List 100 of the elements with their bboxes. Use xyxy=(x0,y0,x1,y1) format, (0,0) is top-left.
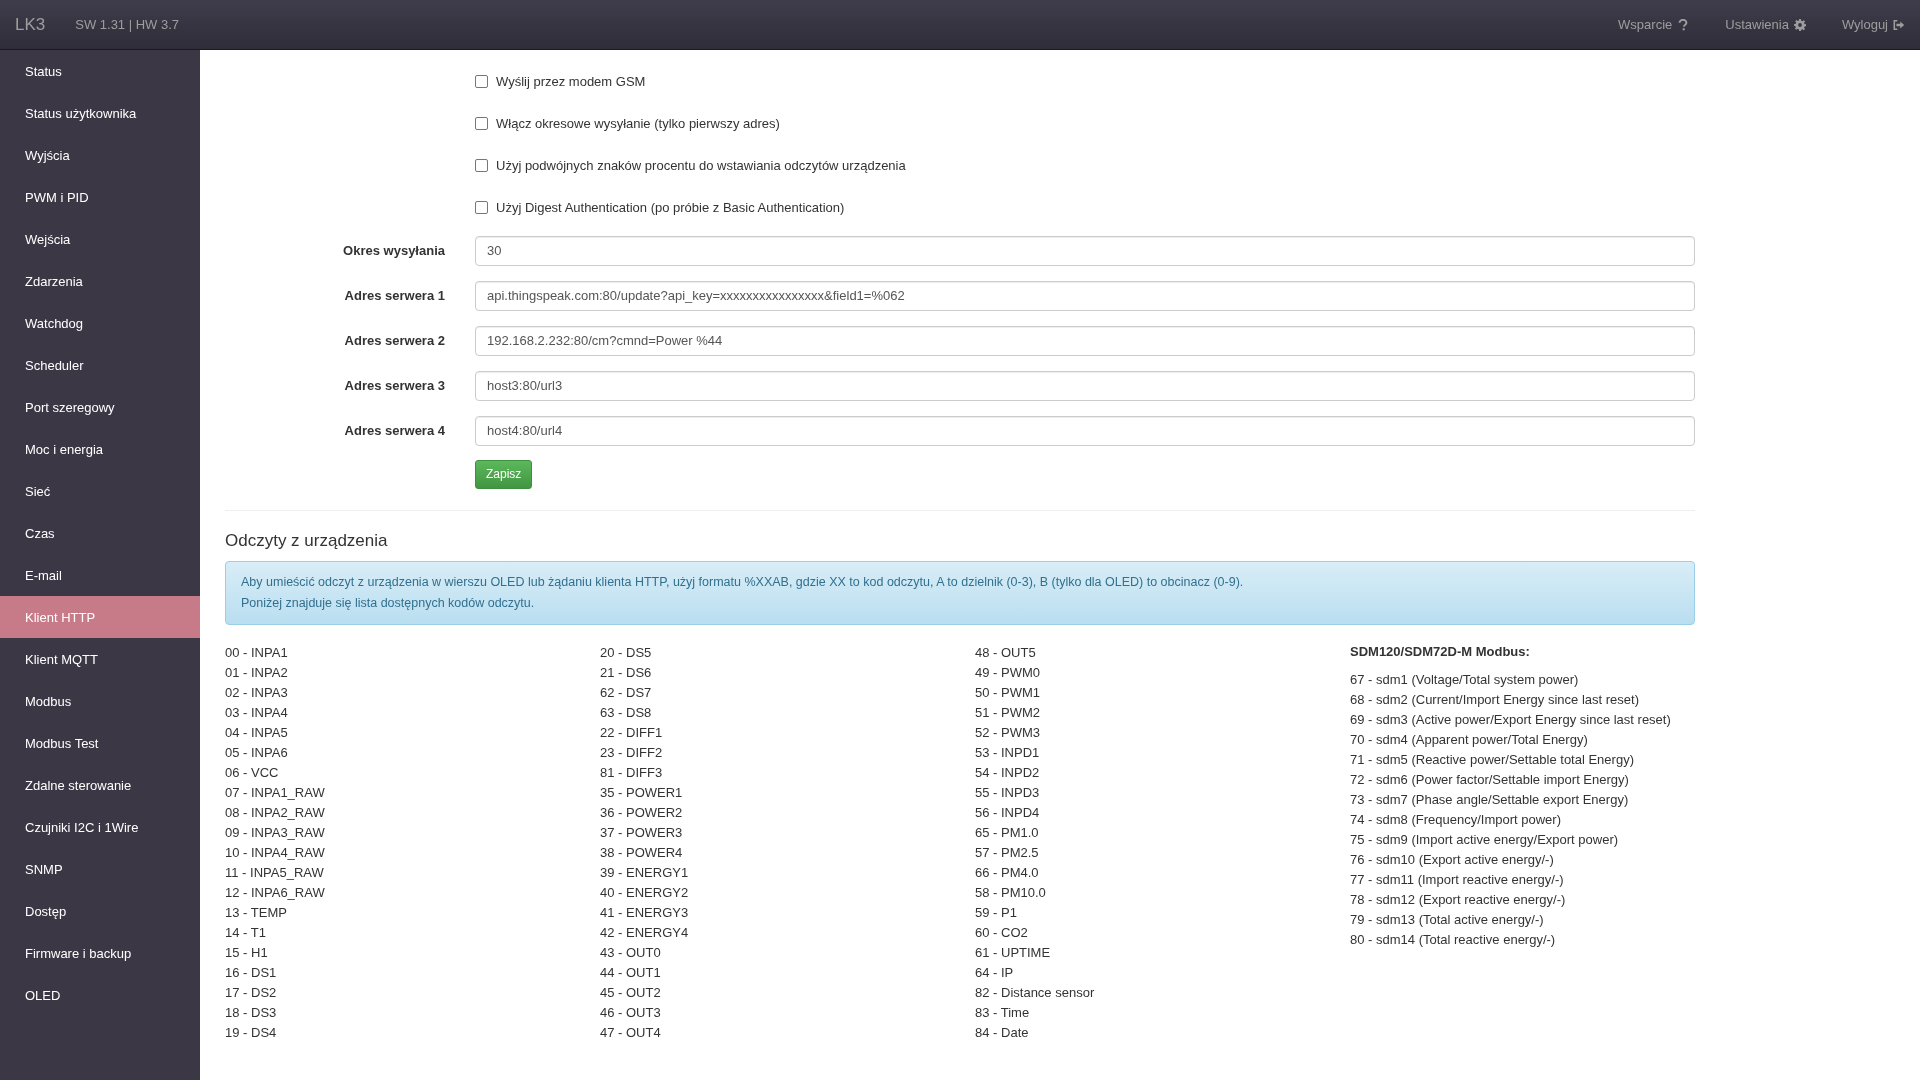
nav-link[interactable]: Ustawienia xyxy=(1725,17,1806,32)
reading-code: 84 - Date xyxy=(975,1024,1030,1042)
text-field[interactable]: 192.168.2.232:80/cm?cmnd=Power %44 xyxy=(475,325,1695,356)
checkbox[interactable] xyxy=(475,74,488,88)
field-label: Adres serwera 4 xyxy=(344,423,445,438)
reading-code: 20 - DS5 xyxy=(600,644,653,662)
reading-code: 18 - DS3 xyxy=(225,1004,278,1022)
reading-code: 65 - PM1.0 xyxy=(975,824,1040,842)
sidebar-item[interactable]: SNMP xyxy=(0,848,200,890)
checkbox-label: Użyj podwójnych znaków procentu do wstawiania odczytów urządzenia xyxy=(496,157,906,173)
sidebar-item[interactable]: Klient MQTT xyxy=(0,638,200,680)
field-label: Adres serwera 2 xyxy=(344,333,445,348)
reading-code: 23 - DIFF2 xyxy=(600,744,664,762)
reading-code: 55 - INPD3 xyxy=(975,784,1041,802)
reading-code: 17 - DS2 xyxy=(225,984,278,1002)
sidebar-item[interactable]: Status użytkownika xyxy=(0,92,200,134)
text-field[interactable]: host3:80/url3 xyxy=(475,370,1695,401)
info-text: Poniżej znajduje się lista dostępnych kodów odczytu. xyxy=(241,595,536,612)
reading-code: 59 - P1 xyxy=(975,904,1018,922)
reading-code: 80 - sdm14 (Total reactive energy/-) xyxy=(1350,931,1557,949)
field-label: Okres wysyłania xyxy=(343,243,445,258)
reading-code: 16 - DS1 xyxy=(225,964,278,982)
brand-logo[interactable]: LK3 xyxy=(15,14,46,35)
checkbox[interactable] xyxy=(475,200,488,214)
sidebar-item[interactable]: Modbus Test xyxy=(0,722,200,764)
reading-code: 46 - OUT3 xyxy=(600,1004,662,1022)
reading-code: 43 - OUT0 xyxy=(600,944,662,962)
reading-code: 39 - ENERGY1 xyxy=(600,864,690,882)
reading-code: 14 - T1 xyxy=(225,924,267,942)
text-field[interactable]: api.thingspeak.com:80/update?api_key=xxxxxxxxxxxxxxxx&field1=%062 xyxy=(475,280,1695,311)
text-field[interactable]: 30 xyxy=(475,235,1695,266)
sidebar-item[interactable]: Status xyxy=(0,50,200,92)
reading-code: 79 - sdm13 (Total active energy/-) xyxy=(1350,911,1545,929)
checkbox-label: Wyślij przez modem GSM xyxy=(496,73,646,89)
reading-code: 37 - POWER3 xyxy=(600,824,684,842)
reading-code: 70 - sdm4 (Apparent power/Total Energy) xyxy=(1350,731,1589,749)
sidebar-item[interactable]: Zdalne sterowanie xyxy=(0,764,200,806)
sidebar-item[interactable]: Watchdog xyxy=(0,302,200,344)
reading-code: 54 - INPD2 xyxy=(975,764,1041,782)
sidebar-item[interactable]: Zdarzenia xyxy=(0,260,200,302)
nav-link[interactable]: Wyloguj xyxy=(1841,17,1905,32)
reading-code: 61 - UPTIME xyxy=(975,944,1052,962)
sdm-heading: SDM120/SDM72D-M Modbus: xyxy=(1350,643,1531,661)
section-heading: Odczyty z urządzenia xyxy=(225,531,389,551)
sidebar-item[interactable]: Wyjścia xyxy=(0,134,200,176)
reading-code: 51 - PWM2 xyxy=(975,704,1041,722)
reading-code: 68 - sdm2 (Current/Import Energy since last reset) xyxy=(1350,691,1640,709)
sidebar-item[interactable]: Moc i energia xyxy=(0,428,200,470)
reading-code: 78 - sdm12 (Export reactive energy/-) xyxy=(1350,891,1567,909)
reading-code: 38 - POWER4 xyxy=(600,844,684,862)
reading-code: 47 - OUT4 xyxy=(600,1024,662,1042)
reading-code: 52 - PWM3 xyxy=(975,724,1041,742)
logout-icon xyxy=(1893,18,1905,31)
sidebar-item[interactable]: Wejścia xyxy=(0,218,200,260)
sidebar-item[interactable]: OLED xyxy=(0,974,200,1016)
reading-code: 13 - TEMP xyxy=(225,904,288,922)
checkbox[interactable] xyxy=(475,158,488,172)
reading-code: 06 - VCC xyxy=(225,764,280,782)
reading-code: 08 - INPA2_RAW xyxy=(225,804,326,822)
sidebar-item[interactable]: Port szeregowy xyxy=(0,386,200,428)
reading-code: 63 - DS8 xyxy=(600,704,653,722)
reading-code: 76 - sdm10 (Export active energy/-) xyxy=(1350,851,1555,869)
reading-code: 36 - POWER2 xyxy=(600,804,684,822)
nav-link[interactable]: Wsparcie xyxy=(1618,17,1690,32)
reading-code: 45 - OUT2 xyxy=(600,984,662,1002)
reading-code: 56 - INPD4 xyxy=(975,804,1041,822)
reading-code: 02 - INPA3 xyxy=(225,684,289,702)
reading-code: 00 - INPA1 xyxy=(225,644,289,662)
reading-code: 12 - INPA6_RAW xyxy=(225,884,326,902)
reading-code: 22 - DIFF1 xyxy=(600,724,664,742)
reading-code: 05 - INPA6 xyxy=(225,744,289,762)
sidebar-item[interactable]: E-mail xyxy=(0,554,200,596)
sidebar-item[interactable]: Modbus xyxy=(0,680,200,722)
sidebar-item[interactable]: Czujniki I2C i 1Wire xyxy=(0,806,200,848)
reading-code: 10 - INPA4_RAW xyxy=(225,844,326,862)
reading-code: 77 - sdm11 (Import reactive energy/-) xyxy=(1350,871,1565,889)
checkbox-label: Użyj Digest Authentication (po próbie z Basic Authentication) xyxy=(496,199,845,215)
reading-code: 81 - DIFF3 xyxy=(600,764,664,782)
reading-code: 67 - sdm1 (Voltage/Total system power) xyxy=(1350,671,1580,689)
checkbox[interactable] xyxy=(475,116,488,130)
reading-code: 53 - INPD1 xyxy=(975,744,1041,762)
reading-code: 72 - sdm6 (Power factor/Settable import Energy) xyxy=(1350,771,1630,789)
reading-code: 21 - DS6 xyxy=(600,664,653,682)
info-text: Aby umieścić odczyt z urządzenia w wierszu OLED lub żądaniu klienta HTTP, użyj formatu %XXAB, gdzie XX to kod odczytu, A to dzielnik (0-3), B (tylko dla OLED) to obcinacz (0-9). xyxy=(241,574,1245,591)
sidebar-item[interactable]: Firmware i backup xyxy=(0,932,200,974)
sidebar-item[interactable]: Scheduler xyxy=(0,344,200,386)
checkbox-label: Włącz okresowe wysyłanie (tylko pierwszy adres) xyxy=(496,115,780,131)
reading-code: 15 - H1 xyxy=(225,944,269,962)
sidebar-item[interactable]: Czas xyxy=(0,512,200,554)
reading-code: 01 - INPA2 xyxy=(225,664,289,682)
sidebar-item[interactable]: Dostęp xyxy=(0,890,200,932)
reading-code: 19 - DS4 xyxy=(225,1024,278,1042)
reading-code: 09 - INPA3_RAW xyxy=(225,824,326,842)
help-icon xyxy=(1677,18,1690,31)
field-label: Adres serwera 3 xyxy=(344,378,445,393)
sidebar-item[interactable]: PWM i PID xyxy=(0,176,200,218)
sidebar-item[interactable]: Sieć xyxy=(0,470,200,512)
reading-code: 40 - ENERGY2 xyxy=(600,884,690,902)
reading-code: 83 - Time xyxy=(975,1004,1031,1022)
text-field[interactable]: host4:80/url4 xyxy=(475,415,1695,446)
